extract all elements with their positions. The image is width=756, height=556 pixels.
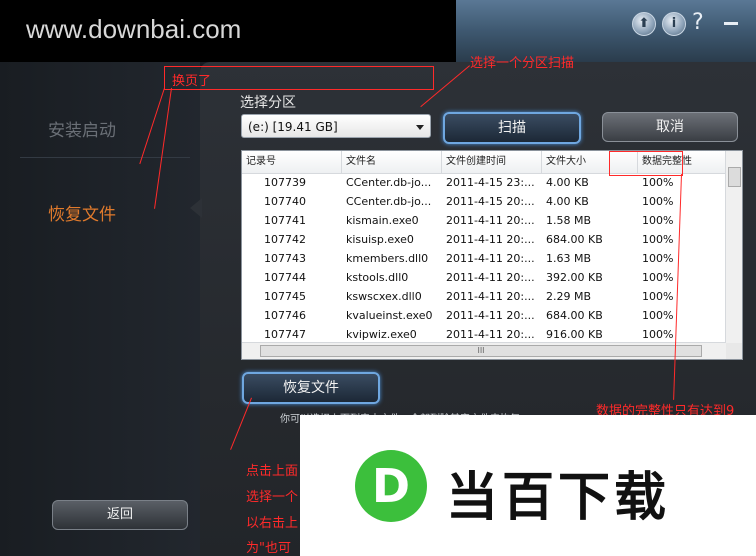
annotation-select-partition: 选择一个分区扫描 [470,56,575,71]
logo-mark-letter: D [371,459,411,513]
table-row[interactable]: 107745 kswscxex.dll0 2011-4-11 20:... 2.29 … [242,289,726,308]
watermark-banner: www.downbai.com [0,0,456,62]
app-window: ⬆ i ? www.downbai.com 安装启动 恢复文件 返回 选择分区 … [0,0,756,556]
table-cell: 107742 [264,233,306,246]
table-cell: 107739 [264,176,306,189]
table-cell: kstools.dll0 [346,271,409,284]
table-cell: kmembers.dll0 [346,252,429,265]
table-cell: 684.00 KB [546,233,603,246]
table-cell: kvipwiz.exe0 [346,328,417,341]
watermark-text: www.downbai.com [26,14,242,44]
table-row[interactable]: 107743 kmembers.dll0 2011-4-11 20:... 1.63 … [242,251,726,270]
cancel-button[interactable]: 取消 [602,112,738,142]
table-cell: 107746 [264,309,306,322]
annotation-page-change: 换页了 [172,74,212,89]
table-cell: 100% [642,214,674,227]
sidebar-item-install-boot[interactable]: 安装启动 [48,116,116,141]
table-row[interactable]: 107744 kstools.dll0 2011-4-11 20:... 392.00… [242,270,726,289]
help-icon[interactable]: ? [692,10,704,35]
table-cell: 100% [642,328,674,341]
panel-pointer [190,198,202,218]
table-row[interactable]: 107739 CCenter.db-jo... 2011-4-15 23:... 4.… [242,175,726,194]
info-icon[interactable]: i [662,12,686,36]
table-cell: kismain.exe0 [346,214,419,227]
table-cell: 2.29 MB [546,290,592,303]
table-cell: 100% [642,252,674,265]
column-header-created[interactable]: 文件创建时间 [442,151,542,173]
table-cell: 100% [642,176,674,189]
file-table: 记录号 文件名 文件创建时间 文件大小 数据完整性 107739 CCenter.… [241,150,743,360]
annotation-click-note-3: 以右击上 [246,516,299,531]
logo-mark-icon: D [355,450,427,522]
recover-files-button[interactable]: 恢复文件 [242,372,380,404]
table-cell: 1.58 MB [546,214,592,227]
annotation-click-note-4: 为"也可 [246,541,291,556]
scan-button[interactable]: 扫描 [443,112,581,144]
table-cell: 100% [642,271,674,284]
table-cell: 2011-4-11 20:... [446,252,535,265]
table-cell: 2011-4-11 20:... [446,233,535,246]
annotation-box-integrity [609,151,683,176]
table-cell: 684.00 KB [546,309,603,322]
table-cell: 100% [642,195,674,208]
partition-label: 选择分区 [240,95,296,111]
sidebar-item-recover-files[interactable]: 恢复文件 [48,200,116,225]
table-cell: CCenter.db-jo... [346,195,432,208]
column-header-record[interactable]: 记录号 [242,151,342,173]
table-cell: 107745 [264,290,306,303]
horizontal-scrollbar[interactable]: III [242,342,726,359]
table-row[interactable]: 107746 kvalueinst.exe0 2011-4-11 20:... 684… [242,308,726,327]
table-cell: 392.00 KB [546,271,603,284]
annotation-click-note-1: 点击上面 [246,464,299,479]
column-header-filename[interactable]: 文件名 [342,151,442,173]
table-cell: 100% [642,290,674,303]
scroll-corner [726,343,742,359]
table-cell: 2011-4-15 23:... [446,176,535,189]
partition-select[interactable]: (e:) [19.41 GB] [241,114,431,138]
table-cell: 4.00 KB [546,195,589,208]
table-cell: 107741 [264,214,306,227]
logo-overlay: D 当百下载 [300,415,756,556]
annotation-click-note-2: 选择一个 [246,490,299,505]
table-body: 107739 CCenter.db-jo... 2011-4-15 23:... 4.… [242,175,726,346]
table-cell: 107747 [264,328,306,341]
upgrade-icon[interactable]: ⬆ [632,12,656,36]
sidebar-divider [20,157,190,158]
table-cell: 2011-4-11 20:... [446,271,535,284]
back-button[interactable]: 返回 [52,500,188,530]
partition-select-value: (e:) [19.41 GB] [248,120,338,134]
horizontal-scroll-thumb[interactable]: III [260,345,702,357]
logo-text: 当百下载 [446,468,671,528]
table-row[interactable]: 107742 kisuisp.exe0 2011-4-11 20:... 684.00… [242,232,726,251]
vertical-scroll-thumb[interactable] [728,167,741,187]
table-cell: 100% [642,233,674,246]
table-cell: 916.00 KB [546,328,603,341]
table-cell: kisuisp.exe0 [346,233,414,246]
table-cell: CCenter.db-jo... [346,176,432,189]
minimize-icon[interactable] [724,22,738,25]
table-cell: 4.00 KB [546,176,589,189]
table-cell: 100% [642,309,674,322]
table-cell: 107740 [264,195,306,208]
table-cell: 1.63 MB [546,252,592,265]
table-cell: 2011-4-15 20:... [446,195,535,208]
chevron-down-icon [416,125,424,130]
table-cell: 107743 [264,252,306,265]
table-cell: kvalueinst.exe0 [346,309,433,322]
table-cell: 107744 [264,271,306,284]
vertical-scrollbar[interactable] [725,151,742,343]
table-row[interactable]: 107741 kismain.exe0 2011-4-11 20:... 1.58 M… [242,213,726,232]
table-cell: 2011-4-11 20:... [446,328,535,341]
table-cell: 2011-4-11 20:... [446,214,535,227]
table-cell: kswscxex.dll0 [346,290,422,303]
table-row[interactable]: 107740 CCenter.db-jo... 2011-4-15 20:... 4.… [242,194,726,213]
table-cell: 2011-4-11 20:... [446,309,535,322]
table-cell: 2011-4-11 20:... [446,290,535,303]
